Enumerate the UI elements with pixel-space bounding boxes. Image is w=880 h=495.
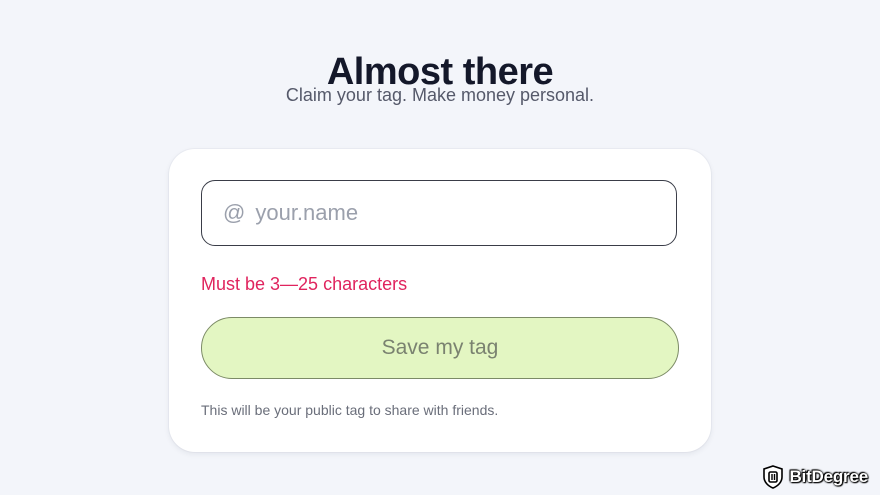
tag-field[interactable]: @ [201, 180, 677, 246]
save-tag-button[interactable]: Save my tag [201, 317, 679, 379]
tag-input[interactable] [255, 200, 636, 226]
bitdegree-watermark: BitDegree [763, 465, 868, 489]
page-subtitle: Claim your tag. Make money personal. [285, 85, 595, 105]
validation-error: Must be 3—25 characters [201, 274, 408, 294]
bitdegree-shield-logo-icon [763, 465, 784, 489]
watermark-brand: BitDegree [789, 467, 868, 486]
claim-tag-card: @ Must be 3—25 characters Save my tag Th… [169, 149, 711, 452]
at-sign-icon: @ [223, 200, 246, 225]
helper-text: This will be your public tag to share wi… [201, 402, 499, 418]
